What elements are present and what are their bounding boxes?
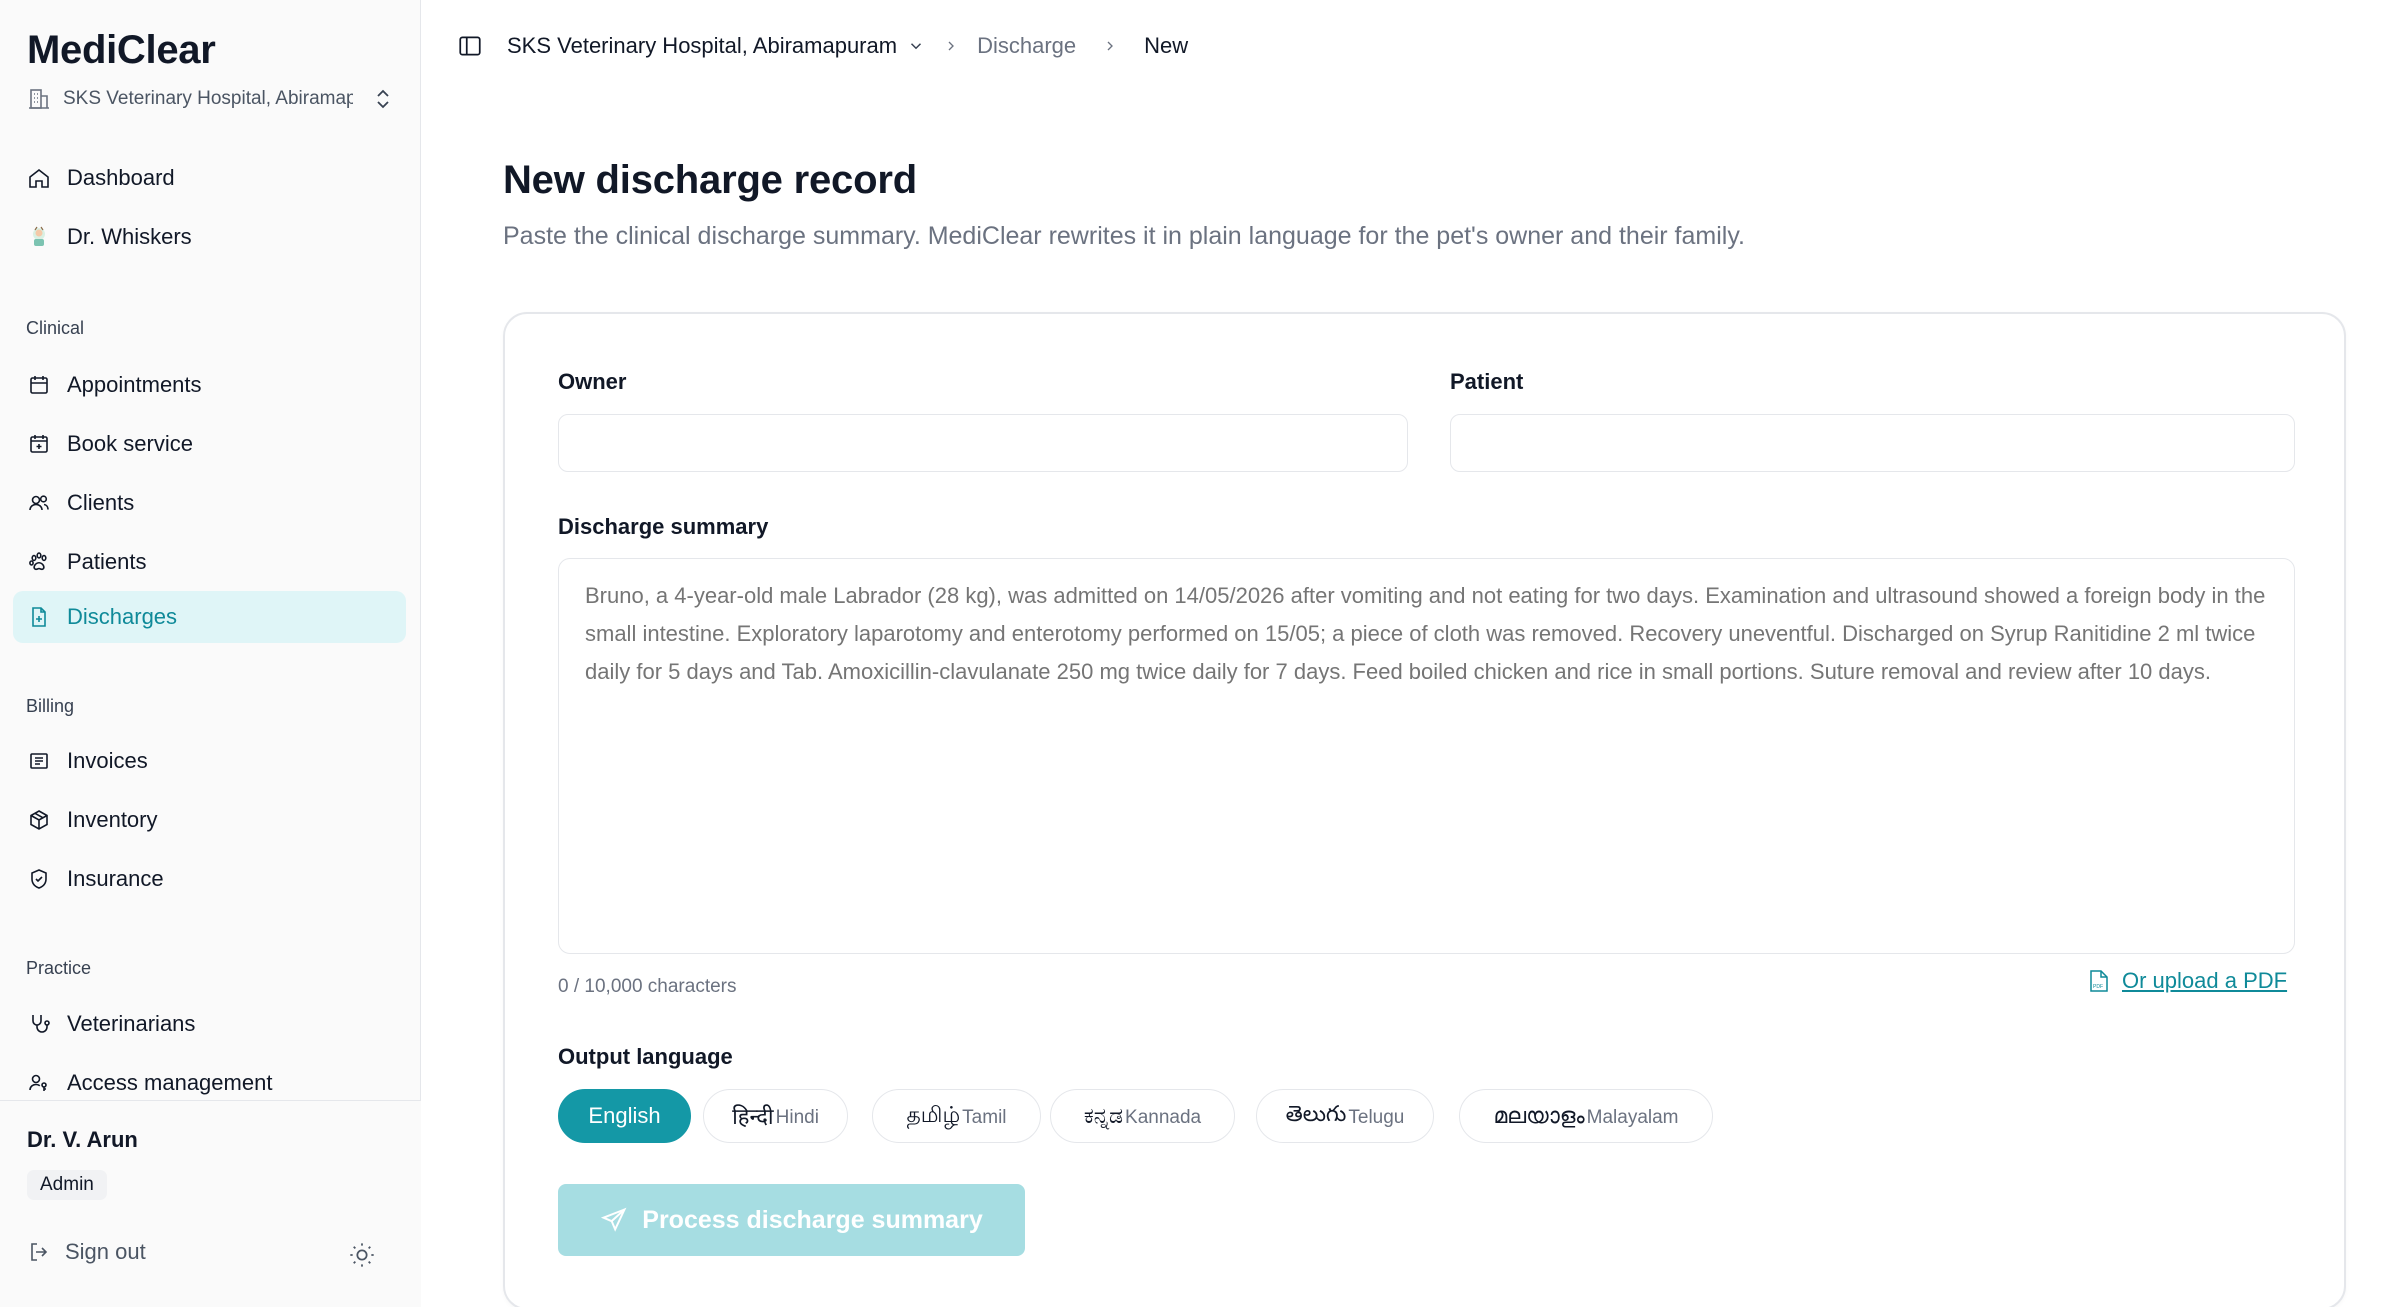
chevron-down-icon bbox=[911, 43, 922, 50]
sidebar-item-dashboard[interactable]: Dashboard bbox=[13, 152, 406, 204]
sidebar: MediClear SKS Veterinary Hospital, Abira… bbox=[0, 0, 421, 1307]
language-native-label: தமிழ் bbox=[906, 1101, 961, 1127]
breadcrumb-clinic[interactable]: SKS Veterinary Hospital, Abiramapuram bbox=[507, 33, 925, 59]
sidebar-item-veterinarians[interactable]: Veterinarians bbox=[13, 998, 406, 1050]
language-native-label: English bbox=[588, 1103, 661, 1128]
language-native-label: ಕನ್ನಡ bbox=[1083, 1103, 1124, 1128]
language-english-label: Telugu bbox=[1348, 1107, 1405, 1128]
discharge-summary-label: Discharge summary bbox=[558, 514, 769, 539]
clinic-name: SKS Veterinary Hospital, Abiramapuram bbox=[63, 88, 353, 109]
process-discharge-summary-button[interactable]: Process discharge summary bbox=[558, 1184, 1025, 1256]
users-icon bbox=[29, 495, 49, 511]
pdf-file-icon: PDF bbox=[2090, 970, 2108, 992]
sidebar-item-invoices[interactable]: Invoices bbox=[13, 735, 406, 787]
sidebar-toggle-icon[interactable] bbox=[457, 33, 483, 59]
language-option-tamil[interactable]: தமிழ் Tamil bbox=[872, 1089, 1041, 1143]
language-native-label: తెలుగు bbox=[1285, 1100, 1347, 1126]
breadcrumb-separator-icon bbox=[943, 38, 959, 54]
sidebar-item-label: Dashboard bbox=[67, 165, 175, 190]
sidebar-item-label: Appointments bbox=[67, 372, 202, 397]
sidebar-item-dr-whiskers[interactable]: Dr. Whiskers bbox=[13, 211, 406, 263]
sidebar-item-label: Veterinarians bbox=[67, 1011, 196, 1036]
sidebar-item-label: Invoices bbox=[67, 748, 148, 773]
page-title: New discharge record bbox=[503, 158, 917, 202]
character-count: 0 / 10,000 characters bbox=[558, 976, 737, 997]
brand-logo: MediClear bbox=[27, 28, 216, 72]
language-option-hindi[interactable]: हिन्दी Hindi bbox=[703, 1089, 848, 1143]
user-key-icon bbox=[29, 1074, 47, 1091]
paw-icon bbox=[29, 552, 47, 571]
sidebar-item-label: Discharges bbox=[67, 604, 178, 629]
building-icon bbox=[29, 89, 49, 109]
patient-input[interactable] bbox=[1450, 414, 2295, 472]
send-icon bbox=[601, 1207, 627, 1232]
sidebar-item-label: Patients bbox=[67, 549, 147, 574]
section-label-clinical: Clinical bbox=[26, 318, 85, 338]
breadcrumb-discharge[interactable]: Discharge bbox=[977, 33, 1076, 59]
upload-pdf-label: Or upload a PDF bbox=[2122, 968, 2288, 993]
page-subtitle: Paste the clinical discharge summary. Me… bbox=[503, 222, 1745, 250]
sidebar-item-appointments[interactable]: Appointments bbox=[13, 359, 406, 411]
shield-icon bbox=[31, 869, 47, 889]
section-label-billing: Billing bbox=[26, 696, 75, 716]
sidebar-item-label: Insurance bbox=[67, 866, 164, 891]
file-plus-icon bbox=[32, 607, 46, 627]
sign-out-label: Sign out bbox=[65, 1239, 146, 1264]
language-english-label: Hindi bbox=[775, 1107, 819, 1128]
sidebar-item-label: Dr. Whiskers bbox=[67, 224, 192, 249]
language-native-label: हिन्दी bbox=[732, 1104, 774, 1129]
discharge-form-card: Owner Patient Discharge summary 0 / 10,0… bbox=[503, 312, 2346, 1307]
top-bar: SKS Veterinary Hospital, Abiramapuram Di… bbox=[421, 0, 2400, 92]
chevrons-up-down-icon bbox=[377, 89, 389, 109]
process-button-label: Process discharge summary bbox=[642, 1205, 983, 1234]
owner-input[interactable] bbox=[558, 414, 1408, 472]
sidebar-item-label: Book service bbox=[67, 431, 193, 456]
owner-label: Owner bbox=[558, 369, 627, 394]
box-icon bbox=[30, 810, 48, 830]
whiskers-avatar-icon bbox=[33, 226, 45, 246]
language-native-label: മലയാളം bbox=[1493, 1103, 1585, 1128]
stethoscope-icon bbox=[32, 1015, 50, 1033]
sun-icon bbox=[350, 1243, 374, 1267]
sidebar-item-label: Access management bbox=[67, 1070, 273, 1095]
breadcrumb-separator-icon bbox=[1102, 38, 1118, 54]
language-english-label: Kannada bbox=[1125, 1107, 1202, 1128]
sidebar-item-label: Inventory bbox=[67, 807, 158, 832]
language-option-kannada[interactable]: ಕನ್ನಡ Kannada bbox=[1050, 1089, 1235, 1143]
log-out-icon bbox=[31, 1243, 48, 1261]
svg-text:PDF: PDF bbox=[2093, 984, 2103, 990]
role-badge: Admin bbox=[27, 1170, 107, 1200]
sidebar-item-clients[interactable]: Clients bbox=[13, 477, 406, 529]
sidebar-item-inventory[interactable]: Inventory bbox=[13, 794, 406, 846]
language-english-label: Tamil bbox=[962, 1107, 1007, 1128]
patient-label: Patient bbox=[1450, 369, 1524, 394]
home-icon bbox=[29, 168, 49, 188]
receipt-icon bbox=[30, 753, 48, 769]
language-option-english[interactable]: English bbox=[558, 1089, 691, 1143]
breadcrumb-clinic-label: SKS Veterinary Hospital, Abiramapuram bbox=[507, 33, 898, 58]
user-name: Dr. V. Arun bbox=[27, 1127, 138, 1152]
sidebar-item-label: Clients bbox=[67, 490, 135, 515]
language-option-telugu[interactable]: తెలుగు Telugu bbox=[1256, 1089, 1434, 1143]
sidebar-item-discharges[interactable]: Discharges bbox=[13, 591, 406, 643]
sidebar-item-insurance[interactable]: Insurance bbox=[13, 853, 406, 905]
section-label-practice: Practice bbox=[26, 958, 92, 978]
discharge-summary-textarea[interactable] bbox=[558, 558, 2295, 954]
sidebar-item-book-service[interactable]: Book service bbox=[13, 418, 406, 470]
calendar-plus-icon bbox=[30, 435, 48, 453]
breadcrumb-new: New bbox=[1144, 33, 1189, 58]
calendar-icon bbox=[30, 376, 48, 394]
theme-toggle-button[interactable] bbox=[345, 1238, 379, 1272]
sidebar-item-patients[interactable]: Patients bbox=[13, 536, 406, 588]
language-english-label: Malayalam bbox=[1586, 1107, 1679, 1128]
sidebar-footer: Dr. V. Arun Admin Sign out bbox=[0, 1100, 421, 1307]
upload-pdf-link[interactable]: PDF Or upload a PDF bbox=[2088, 968, 2287, 994]
language-option-malayalam[interactable]: മലയാളം Malayalam bbox=[1459, 1089, 1713, 1143]
output-language-label: Output language bbox=[558, 1044, 733, 1069]
clinic-switcher[interactable]: SKS Veterinary Hospital, Abiramapuram bbox=[27, 82, 393, 116]
sign-out-button[interactable]: Sign out bbox=[27, 1239, 146, 1265]
